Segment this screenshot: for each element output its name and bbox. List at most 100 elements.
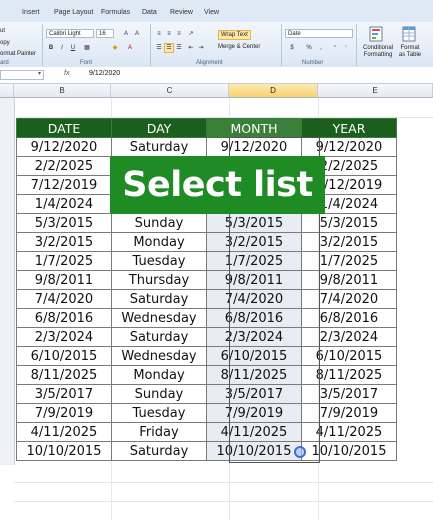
cell-date[interactable]: 2/3/2024 [16, 327, 112, 347]
header-day[interactable]: DAY [111, 118, 207, 138]
cell-date[interactable]: 4/11/2025 [16, 422, 112, 442]
cell-month[interactable]: 2/3/2024 [206, 327, 302, 347]
cell-date[interactable]: 2/2/2025 [16, 156, 112, 176]
cell-date[interactable]: 1/7/2025 [16, 251, 112, 271]
conditional-formatting-label[interactable]: Conditional Formatting [360, 45, 396, 59]
tab-insert[interactable]: Insert [22, 9, 40, 16]
cell-month[interactable]: 9/12/2020 [206, 137, 302, 157]
cell-month[interactable]: 6/8/2016 [206, 308, 302, 328]
column-header-e[interactable]: E [318, 84, 433, 98]
italic-icon[interactable]: I [57, 43, 67, 53]
bold-icon[interactable]: B [46, 43, 56, 53]
cell-month[interactable]: 4/11/2025 [206, 422, 302, 442]
grow-font-icon[interactable]: A [121, 29, 131, 39]
increase-indent-icon[interactable]: ⇥ [196, 43, 206, 53]
cell-year[interactable]: 8/11/2025 [301, 365, 397, 385]
borders-icon[interactable]: ▦ [82, 43, 92, 53]
cell-month[interactable]: 9/8/2011 [206, 270, 302, 290]
fx-icon[interactable]: fx [64, 70, 69, 77]
format-as-table-icon[interactable] [402, 26, 416, 42]
cell-day[interactable]: Sunday [111, 384, 207, 404]
column-header-b[interactable]: B [14, 84, 111, 98]
cell-day[interactable]: Saturday [111, 441, 207, 461]
number-format-select[interactable]: Date [285, 29, 353, 38]
wrap-text-button[interactable]: Wrap Text [218, 30, 251, 40]
cell-date[interactable]: 6/10/2015 [16, 346, 112, 366]
align-center-icon[interactable]: ☰ [164, 43, 174, 53]
cell-year[interactable]: 10/10/2015 [301, 441, 397, 461]
align-bottom-icon[interactable]: ≡ [174, 29, 184, 39]
tab-data[interactable]: Data [142, 9, 157, 16]
column-header-d[interactable]: D [229, 84, 318, 98]
copy-button[interactable]: opy [0, 40, 10, 46]
align-top-icon[interactable]: ≡ [154, 29, 164, 39]
decrease-decimal-icon[interactable]: ⁻ [341, 43, 351, 53]
format-painter-button[interactable]: ormat Painter [0, 51, 36, 57]
align-left-icon[interactable]: ☰ [154, 43, 164, 53]
cell-date[interactable]: 7/12/2019 [16, 175, 112, 195]
cut-button[interactable]: ut [0, 28, 5, 34]
tab-review[interactable]: Review [170, 9, 193, 16]
cell-year[interactable]: 6/8/2016 [301, 308, 397, 328]
font-name-select[interactable]: Calibri Light [46, 29, 94, 38]
cell-month[interactable]: 8/11/2025 [206, 365, 302, 385]
cell-date[interactable]: 3/2/2015 [16, 232, 112, 252]
cell-year[interactable]: 7/9/2019 [301, 403, 397, 423]
header-date[interactable]: DATE [16, 118, 112, 138]
cell-month[interactable]: 7/9/2019 [206, 403, 302, 423]
cell-year[interactable]: 5/3/2015 [301, 213, 397, 233]
tab-view[interactable]: View [204, 9, 219, 16]
percent-button[interactable]: % [304, 43, 314, 53]
cell-date[interactable]: 7/4/2020 [16, 289, 112, 309]
cell-day[interactable]: Friday [111, 422, 207, 442]
header-year[interactable]: YEAR [301, 118, 397, 138]
cell-year[interactable]: 7/4/2020 [301, 289, 397, 309]
cell-month[interactable]: 1/7/2025 [206, 251, 302, 271]
merge-center-button[interactable]: Merge & Center [218, 44, 260, 50]
formula-input[interactable]: 9/12/2020 [89, 70, 120, 77]
row-header-strip[interactable] [0, 98, 15, 465]
underline-icon[interactable]: U [68, 43, 78, 53]
comma-button[interactable]: , [316, 43, 326, 53]
cell-year[interactable]: 2/3/2024 [301, 327, 397, 347]
font-color-icon[interactable]: A [125, 43, 135, 53]
cell-year[interactable]: 3/2/2015 [301, 232, 397, 252]
cell-day[interactable]: Wednesday [111, 308, 207, 328]
cell-day[interactable]: Tuesday [111, 251, 207, 271]
cell-year[interactable]: 9/8/2011 [301, 270, 397, 290]
tab-page-layout[interactable]: Page Layout [54, 9, 93, 16]
cell-date[interactable]: 10/10/2015 [16, 441, 112, 461]
cell-month[interactable]: 3/5/2017 [206, 384, 302, 404]
cell-day[interactable]: Saturday [111, 289, 207, 309]
cell-month[interactable]: 6/10/2015 [206, 346, 302, 366]
tab-formulas[interactable]: Formulas [101, 9, 130, 16]
conditional-formatting-icon[interactable] [369, 26, 383, 42]
cell-date[interactable]: 5/3/2015 [16, 213, 112, 233]
select-all-corner[interactable] [0, 84, 14, 98]
header-month[interactable]: MONTH [206, 118, 302, 138]
decrease-indent-icon[interactable]: ⇤ [186, 43, 196, 53]
cell-day[interactable]: Thursday [111, 270, 207, 290]
shrink-font-icon[interactable]: A [132, 29, 142, 39]
orientation-icon[interactable]: ↗ [186, 29, 196, 39]
cell-year[interactable]: 3/5/2017 [301, 384, 397, 404]
cell-day[interactable]: Monday [111, 232, 207, 252]
format-as-table-label[interactable]: Format as Table [398, 45, 422, 59]
cell-year[interactable]: 1/7/2025 [301, 251, 397, 271]
align-right-icon[interactable]: ☰ [174, 43, 184, 53]
cell-date[interactable]: 6/8/2016 [16, 308, 112, 328]
cell-month[interactable]: 5/3/2015 [206, 213, 302, 233]
cell-date[interactable]: 9/8/2011 [16, 270, 112, 290]
cell-date[interactable]: 7/9/2019 [16, 403, 112, 423]
cell-date[interactable]: 3/5/2017 [16, 384, 112, 404]
name-box-dropdown-icon[interactable]: ▾ [38, 70, 41, 77]
cell-day[interactable]: Saturday [111, 137, 207, 157]
cell-day[interactable]: Tuesday [111, 403, 207, 423]
cell-date[interactable]: 9/12/2020 [16, 137, 112, 157]
cell-date[interactable]: 1/4/2024 [16, 194, 112, 214]
cell-day[interactable]: Wednesday [111, 346, 207, 366]
increase-decimal-icon[interactable]: ⁺ [330, 43, 340, 53]
cell-year[interactable]: 6/10/2015 [301, 346, 397, 366]
cell-month[interactable]: 10/10/2015 [206, 441, 302, 461]
cell-day[interactable]: Monday [111, 365, 207, 385]
